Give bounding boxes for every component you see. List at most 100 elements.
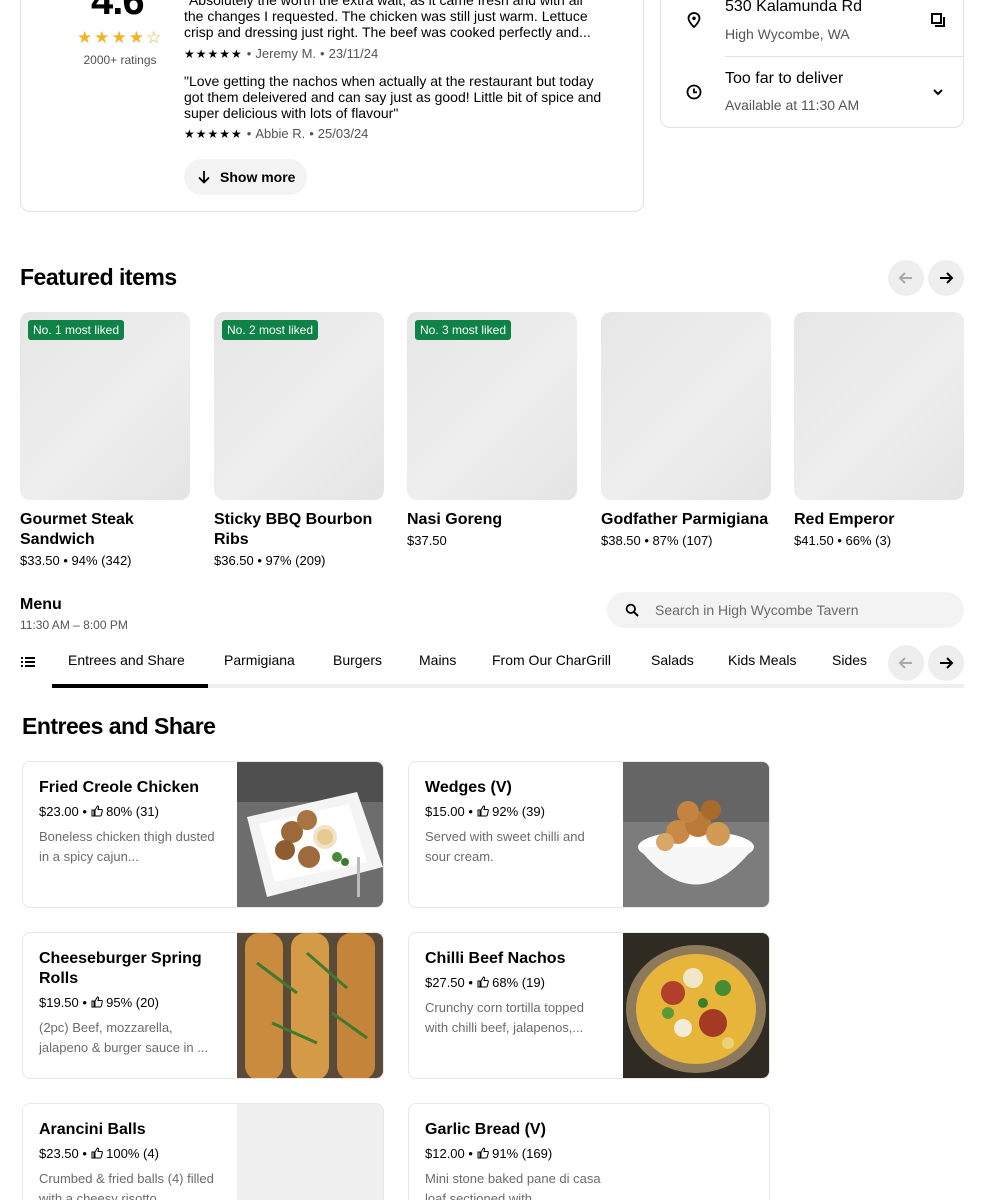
featured-item-meta: $33.50 • 94% (342) [20,553,132,568]
chevron-down-icon[interactable] [929,83,947,101]
star-icon: ★ [128,28,144,47]
menu-search[interactable] [607,592,964,628]
arrow-right-icon [940,657,954,669]
review-date: 25/03/24 [317,126,369,141]
menu-title: Menu [20,596,62,613]
featured-item[interactable]: No. 3 most liked Nasi Goreng $37.50 [407,312,577,550]
wedges-image [623,762,769,907]
review-author: Abbie R. [255,126,306,141]
nachos-image [623,933,769,1078]
tab-burgers[interactable]: Burgers [333,652,382,668]
menu-item-meta: $12.00 • 91% (169) [425,1146,553,1161]
featured-title: Featured items [20,264,177,290]
menu-item-name: Chilli Beef Nachos [425,950,566,967]
star-icon: ★ [111,28,127,47]
featured-item-image [601,312,771,500]
menu-item-card[interactable]: Cheeseburger Spring Rolls $19.50 • 95% (… [22,932,384,1079]
menu-item-price: $12.00 [425,1146,465,1161]
menu-item-price: $15.00 [425,804,465,819]
menu-item-price: $23.00 [39,804,79,819]
featured-item-image: No. 3 most liked [407,312,577,500]
arrow-down-icon [198,171,210,184]
arrow-left-icon [898,272,912,284]
arrow-left-icon [898,657,912,669]
featured-item[interactable]: No. 2 most liked Sticky BBQ Bourbon Ribs… [214,312,384,570]
featured-item[interactable]: No. 1 most liked Gourmet Steak Sandwich … [20,312,190,570]
menu-item-name: Cheeseburger Spring Rolls [39,950,202,987]
featured-item-meta: $38.50 • 87% (107) [601,533,713,548]
menu-item-description: Crumbed & fried balls (4) filled with a … [39,1171,214,1200]
menu-item-price: $27.50 [425,975,465,990]
featured-item[interactable]: Red Emperor $41.50 • 66% (3) [794,312,964,550]
menu-item-meta: $15.00 • 92% (39) [425,804,545,819]
menu-item-rating: 95% (20) [106,995,159,1010]
tab-from-our-chargrill[interactable]: From Our CharGrill [492,652,611,668]
menu-item-name: Garlic Bread (V) [425,1121,546,1138]
featured-item-name: Gourmet Steak Sandwich [20,511,134,548]
review-author: Jeremy M. [255,46,317,61]
menu-item-name: Arancini Balls [39,1121,146,1138]
star-outline-icon: ☆ [146,28,162,47]
star-icon: ★ [94,28,110,47]
tab-parmigiana[interactable]: Parmigiana [224,652,295,668]
tab-sides[interactable]: Sides [832,652,867,668]
search-input[interactable] [655,592,945,628]
most-liked-badge: No. 2 most liked [222,320,319,340]
menu-item-rating: 91% (169) [492,1146,553,1161]
menu-item-description: Served with sweet chilli and sour cream. [425,829,585,864]
thumbs-up-icon [91,1147,103,1159]
featured-item[interactable]: Godfather Parmigiana $38.50 • 87% (107) [601,312,771,550]
menu-item-description: Crunchy corn tortilla topped with chilli… [425,1000,584,1035]
tabs-next-button[interactable] [928,645,964,681]
menu-item-card[interactable]: Garlic Bread (V) $12.00 • 91% (169) Mini… [408,1103,770,1200]
rating-stars: ★ ★ ★ ★ ☆ [77,29,161,47]
most-liked-badge: No. 1 most liked [28,320,125,340]
featured-item-meta: $41.50 • 66% (3) [794,533,892,548]
location-pin-icon [687,12,701,29]
menu-item-name: Wedges (V) [425,779,512,796]
menu-item-card[interactable]: Chilli Beef Nachos $27.50 • 68% (19) Cru… [408,932,770,1079]
menu-item-meta: $23.50 • 100% (4) [39,1146,159,1161]
fried-chicken-image [237,762,383,907]
review-stars: ★★★★★ [184,126,243,141]
featured-item-name: Sticky BBQ Bourbon Ribs [214,511,373,548]
menu-item-rating: 92% (39) [492,804,545,819]
thumbs-up-icon [477,1147,489,1159]
review-meta-2: ★★★★★ • Abbie R. • 25/03/24 [184,126,369,141]
active-tab-indicator [52,684,208,688]
menu-item-card[interactable]: Fried Creole Chicken $23.00 • 80% (31) B… [22,761,384,908]
review-1: "Absolutely the worth the extra wait, as… [184,0,604,40]
menu-item-meta: $19.50 • 95% (20) [39,995,159,1010]
tab-kids-meals[interactable]: Kids Meals [728,652,796,668]
featured-next-button[interactable] [928,260,964,296]
menu-item-meta: $27.50 • 68% (19) [425,975,545,990]
featured-item-meta: $36.50 • 97% (209) [214,553,326,568]
tab-salads[interactable]: Salads [651,652,694,668]
menu-item-description: Boneless chicken thigh dusted in a spicy… [39,829,215,864]
menu-item-description: (2pc) Beef, mozzarella, jalapeno & burge… [39,1020,209,1055]
copy-icon[interactable] [929,11,947,29]
menu-item-image-placeholder [237,1104,383,1200]
featured-item-name: Nasi Goreng [407,511,503,528]
menu-item-card[interactable]: Arancini Balls $23.50 • 100% (4) Crumbed… [22,1103,384,1200]
menu-item-card[interactable]: Wedges (V) $15.00 • 92% (39) Served with… [408,761,770,908]
show-more-button[interactable]: Show more [184,159,308,195]
featured-item-image: No. 1 most liked [20,312,190,500]
tabs-prev-button[interactable] [888,645,924,681]
delivery-status: Too far to deliver [725,70,844,87]
featured-item-image: No. 2 most liked [214,312,384,500]
featured-prev-button[interactable] [888,260,924,296]
availability-text: Available at 11:30 AM [725,97,860,113]
thumbs-up-icon [477,805,489,817]
thumbs-up-icon [477,976,489,988]
tab-entrees-and-share[interactable]: Entrees and Share [68,652,185,668]
ratings-count: 2000+ ratings [83,53,157,67]
tab-mains[interactable]: Mains [419,652,456,668]
menu-item-name: Fried Creole Chicken [39,779,200,796]
list-icon[interactable] [20,654,36,670]
star-icon: ★ [77,28,93,47]
review-text: "Absolutely the worth the extra wait, as… [184,0,591,40]
search-icon [625,603,639,617]
featured-item-meta: $37.50 [407,533,447,548]
featured-item-name: Red Emperor [794,511,895,528]
